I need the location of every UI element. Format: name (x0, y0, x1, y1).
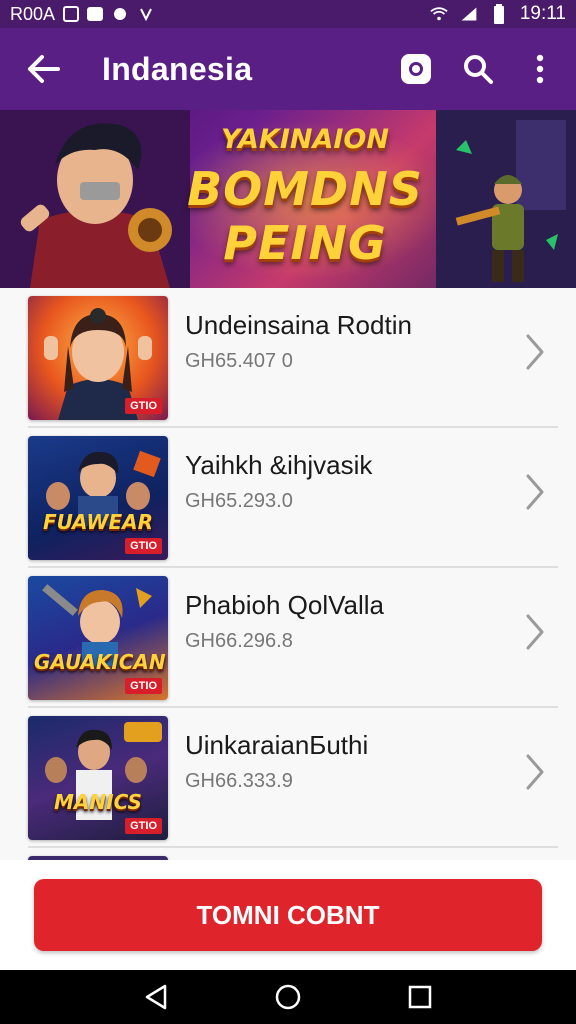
item-tag: GTIO (125, 398, 162, 414)
search-icon (464, 55, 493, 84)
instagram-button[interactable] (394, 47, 438, 91)
system-nav-bar (0, 970, 576, 1024)
bottom-action-area: TOMNI COBNT (0, 860, 576, 970)
item-price: GH65.293.0 (185, 490, 293, 512)
list-item[interactable]: GTIO Undeinsaina Rodtin GH65.407 0 (0, 288, 576, 428)
nav-recents-button[interactable] (400, 977, 440, 1017)
item-tag: GTIO (125, 538, 162, 554)
more-options-button[interactable] (518, 47, 562, 91)
list-item[interactable]: MANICS GTIO UinkaraianБuthi GH66.333.9 (0, 708, 576, 848)
hero-character-left (0, 110, 190, 288)
list-item-partial (0, 848, 576, 860)
item-price: GH66.296.8 (185, 630, 293, 652)
nav-back-button[interactable] (136, 977, 176, 1017)
item-name: UinkaraianБuthi (185, 730, 369, 760)
item-name: Phabioh QolValla (185, 590, 384, 620)
status-bar: R00A 19:11 (0, 0, 576, 28)
battery-icon (490, 4, 508, 24)
chevron-right-icon (526, 334, 544, 370)
recents-square-icon (408, 985, 432, 1009)
search-button[interactable] (456, 47, 500, 91)
item-art-title: GAUAKICAN (34, 650, 166, 674)
arrow-left-icon (28, 55, 60, 83)
hero-character-right (436, 110, 576, 288)
signal-icon (460, 6, 478, 22)
nav-home-button[interactable] (268, 977, 308, 1017)
item-thumbnail: GAUAKICAN GTIO (28, 576, 168, 700)
item-art-title: MANICS (54, 790, 142, 814)
clock: 19:11 (519, 3, 566, 24)
chevron-right-icon (526, 754, 544, 790)
chevron-icon (137, 6, 155, 22)
back-button[interactable] (0, 28, 86, 110)
chevron-right-icon (526, 474, 544, 510)
banner-headline-1: YAKINAION (221, 124, 389, 155)
banner-headline-3: PEING (223, 216, 387, 270)
more-vert-icon (536, 54, 544, 84)
banner-headline-2: BOMDNS (187, 162, 423, 216)
item-name: Yaihkh &ihjvasik (185, 450, 373, 480)
back-triangle-icon (145, 984, 167, 1010)
item-art-title: FUAWEAR (43, 510, 153, 534)
item-price: GH65.407 0 (185, 350, 293, 372)
item-name: Undeinsaina Rodtin (185, 310, 412, 340)
promo-banner[interactable]: YAKINAION BOMDNS PEING (0, 110, 576, 288)
square-outline-icon (63, 6, 80, 22)
home-circle-icon (275, 984, 301, 1010)
item-thumbnail: FUAWEAR GTIO (28, 436, 168, 560)
primary-action-button[interactable]: TOMNI COBNT (34, 879, 542, 951)
chevron-right-icon (526, 614, 544, 650)
item-price: GH66.333.9 (185, 770, 293, 792)
list-item[interactable]: GAUAKICAN GTIO Phabioh QolValla GH66.296… (0, 568, 576, 708)
page-title: Indanesia (102, 50, 253, 87)
carrier-label: R00A (10, 3, 56, 24)
wifi-icon (430, 6, 448, 22)
instagram-icon (401, 54, 431, 84)
item-tag: GTIO (125, 678, 162, 694)
item-tag: GTIO (125, 818, 162, 834)
list-item[interactable]: FUAWEAR GTIO Yaihkh &ihjvasik GH65.293.0 (0, 428, 576, 568)
item-thumbnail: MANICS GTIO (28, 716, 168, 840)
app-bar: Indanesia (0, 28, 576, 110)
item-thumbnail: GTIO (28, 296, 168, 420)
notification-icon (111, 6, 129, 22)
product-list: GTIO Undeinsaina Rodtin GH65.407 0 FUAWE… (0, 288, 576, 860)
mail-icon (87, 7, 104, 21)
